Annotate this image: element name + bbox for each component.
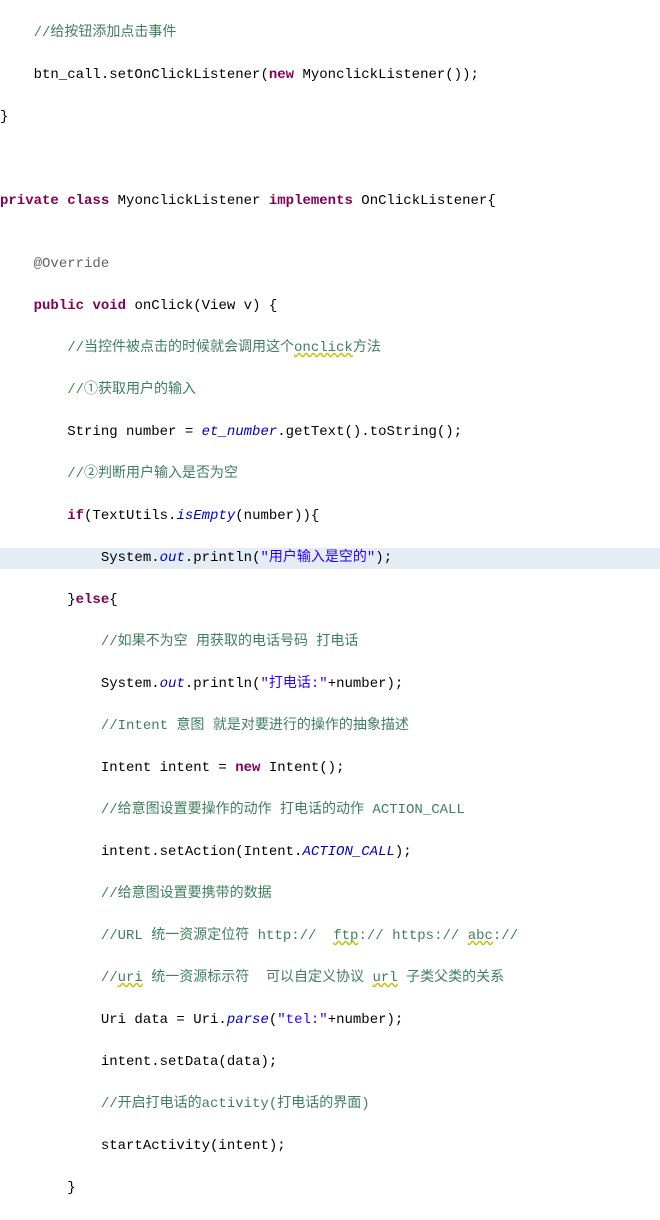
code-line: startActivity(intent);	[0, 1136, 660, 1157]
code-line: //Intent 意图 就是对要进行的操作的抽象描述	[0, 716, 660, 737]
code-line: String number = et_number.getText().toSt…	[0, 422, 660, 443]
code-line: //①获取用户的输入	[0, 380, 660, 401]
code-line: Intent intent = new Intent();	[0, 758, 660, 779]
code-line: //uri 统一资源标示符 可以自定义协议 url 子类父类的关系	[0, 968, 660, 989]
code-line: //②判断用户输入是否为空	[0, 464, 660, 485]
code-line: intent.setAction(Intent.ACTION_CALL);	[0, 842, 660, 863]
code-line: intent.setData(data);	[0, 1052, 660, 1073]
code-line: //URL 统一资源定位符 http:// ftp:// https:// ab…	[0, 926, 660, 947]
code-line: }else{	[0, 590, 660, 611]
code-line: btn_call.setOnClickListener(new Myonclic…	[0, 65, 660, 86]
code-line: private class MyonclickListener implemen…	[0, 191, 660, 212]
code-line: }	[0, 107, 660, 128]
code-line: Uri data = Uri.parse("tel:"+number);	[0, 1010, 660, 1031]
annotation: @Override	[34, 256, 110, 272]
code-line: @Override	[0, 254, 660, 275]
code-line: if(TextUtils.isEmpty(number)){	[0, 506, 660, 527]
code-line: }	[0, 1178, 660, 1199]
code-line: //如果不为空 用获取的电话号码 打电话	[0, 632, 660, 653]
highlighted-line: System.out.println("用户输入是空的");	[0, 548, 660, 569]
code-line: //当控件被点击的时候就会调用这个onclick方法	[0, 338, 660, 359]
code-line: //给意图设置要携带的数据	[0, 884, 660, 905]
code-line: //给按钮添加点击事件	[0, 23, 660, 44]
code-editor[interactable]: //给按钮添加点击事件 btn_call.setOnClickListener(…	[0, 0, 660, 1220]
comment: //给按钮添加点击事件	[0, 25, 176, 41]
code-line: public void onClick(View v) {	[0, 296, 660, 317]
code-line: System.out.println("打电话:"+number);	[0, 674, 660, 695]
code-line: //开启打电话的activity(打电话的界面)	[0, 1094, 660, 1115]
code-line: //给意图设置要操作的动作 打电话的动作 ACTION_CALL	[0, 800, 660, 821]
